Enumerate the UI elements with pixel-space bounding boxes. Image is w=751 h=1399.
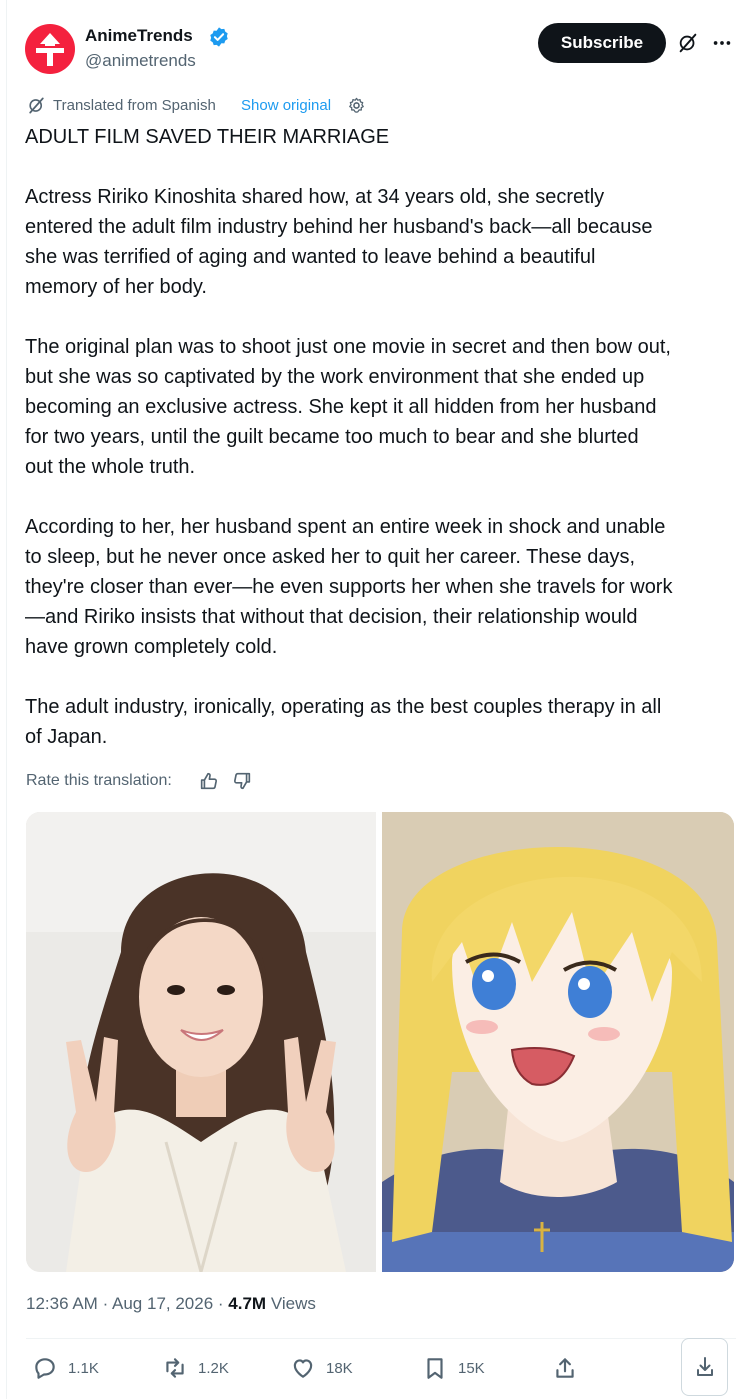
- grok-translate-icon: [29, 97, 44, 114]
- bookmark-button[interactable]: 15K: [422, 1352, 502, 1382]
- tweet-time[interactable]: 12:36 AM: [26, 1294, 98, 1313]
- repost-count: 1.2K: [198, 1360, 229, 1377]
- rate-label: Rate this translation:: [26, 772, 172, 789]
- grok-icon[interactable]: [677, 32, 699, 54]
- views-count: 4.7M: [228, 1294, 267, 1313]
- share-icon: [556, 1358, 574, 1378]
- author-name[interactable]: AnimeTrends: [85, 26, 193, 46]
- bookmark-count: 15K: [458, 1360, 485, 1377]
- divider: [26, 1338, 736, 1339]
- tweet-paragraph: The original plan was to shoot just one …: [25, 336, 671, 478]
- reply-icon: [35, 1358, 55, 1379]
- reply-button[interactable]: 1.1K: [32, 1352, 112, 1382]
- left-border: [6, 0, 7, 1399]
- verified-badge-icon: [210, 27, 228, 47]
- show-original-link[interactable]: Show original: [241, 97, 331, 114]
- photo-illustration: [26, 812, 376, 1272]
- tweet-headline: ADULT FILM SAVED THEIR MARRIAGE: [25, 126, 390, 148]
- tweet-paragraph: According to her, her husband spent an e…: [25, 516, 673, 658]
- gear-icon[interactable]: [347, 96, 366, 115]
- meta-separator: ·: [217, 1294, 229, 1313]
- more-icon[interactable]: [711, 32, 733, 54]
- like-button[interactable]: 18K: [290, 1352, 370, 1382]
- bookmark-icon: [427, 1358, 443, 1379]
- repost-button[interactable]: 1.2K: [162, 1352, 242, 1382]
- anime-illustration: [382, 812, 734, 1272]
- share-button[interactable]: [552, 1352, 582, 1382]
- views-label: Views: [270, 1294, 316, 1313]
- thumbs-up-icon[interactable]: [198, 770, 220, 792]
- tweet-paragraph: The adult industry, ironically, operatin…: [25, 696, 662, 748]
- heart-icon: [293, 1359, 313, 1378]
- tweet-header: AnimeTrends @animetrends Subscribe: [25, 22, 735, 78]
- download-icon: [697, 1357, 713, 1376]
- repost-icon: [166, 1358, 184, 1378]
- reply-count: 1.1K: [68, 1360, 99, 1377]
- tweet-body: ADULT FILM SAVED THEIR MARRIAGE Actress …: [25, 122, 737, 782]
- subscribe-button[interactable]: Subscribe: [538, 23, 666, 63]
- meta-separator: ·: [102, 1294, 113, 1313]
- tweet-date[interactable]: Aug 17, 2026: [112, 1294, 213, 1313]
- translated-label: Translated from Spanish: [53, 97, 216, 114]
- download-button[interactable]: [681, 1338, 728, 1396]
- tweet-meta: 12:36 AM · Aug 17, 2026 · 4.7M Views: [26, 1294, 316, 1314]
- avatar[interactable]: [25, 24, 75, 74]
- like-count: 18K: [326, 1360, 353, 1377]
- animetrends-logo-icon: [36, 33, 64, 66]
- author-handle[interactable]: @animetrends: [85, 51, 196, 71]
- media-anime-character[interactable]: [382, 812, 734, 1272]
- thumbs-down-icon[interactable]: [231, 770, 253, 792]
- media-photo-actress[interactable]: [26, 812, 376, 1272]
- tweet-paragraph: Actress Ririko Kinoshita shared how, at …: [25, 186, 653, 298]
